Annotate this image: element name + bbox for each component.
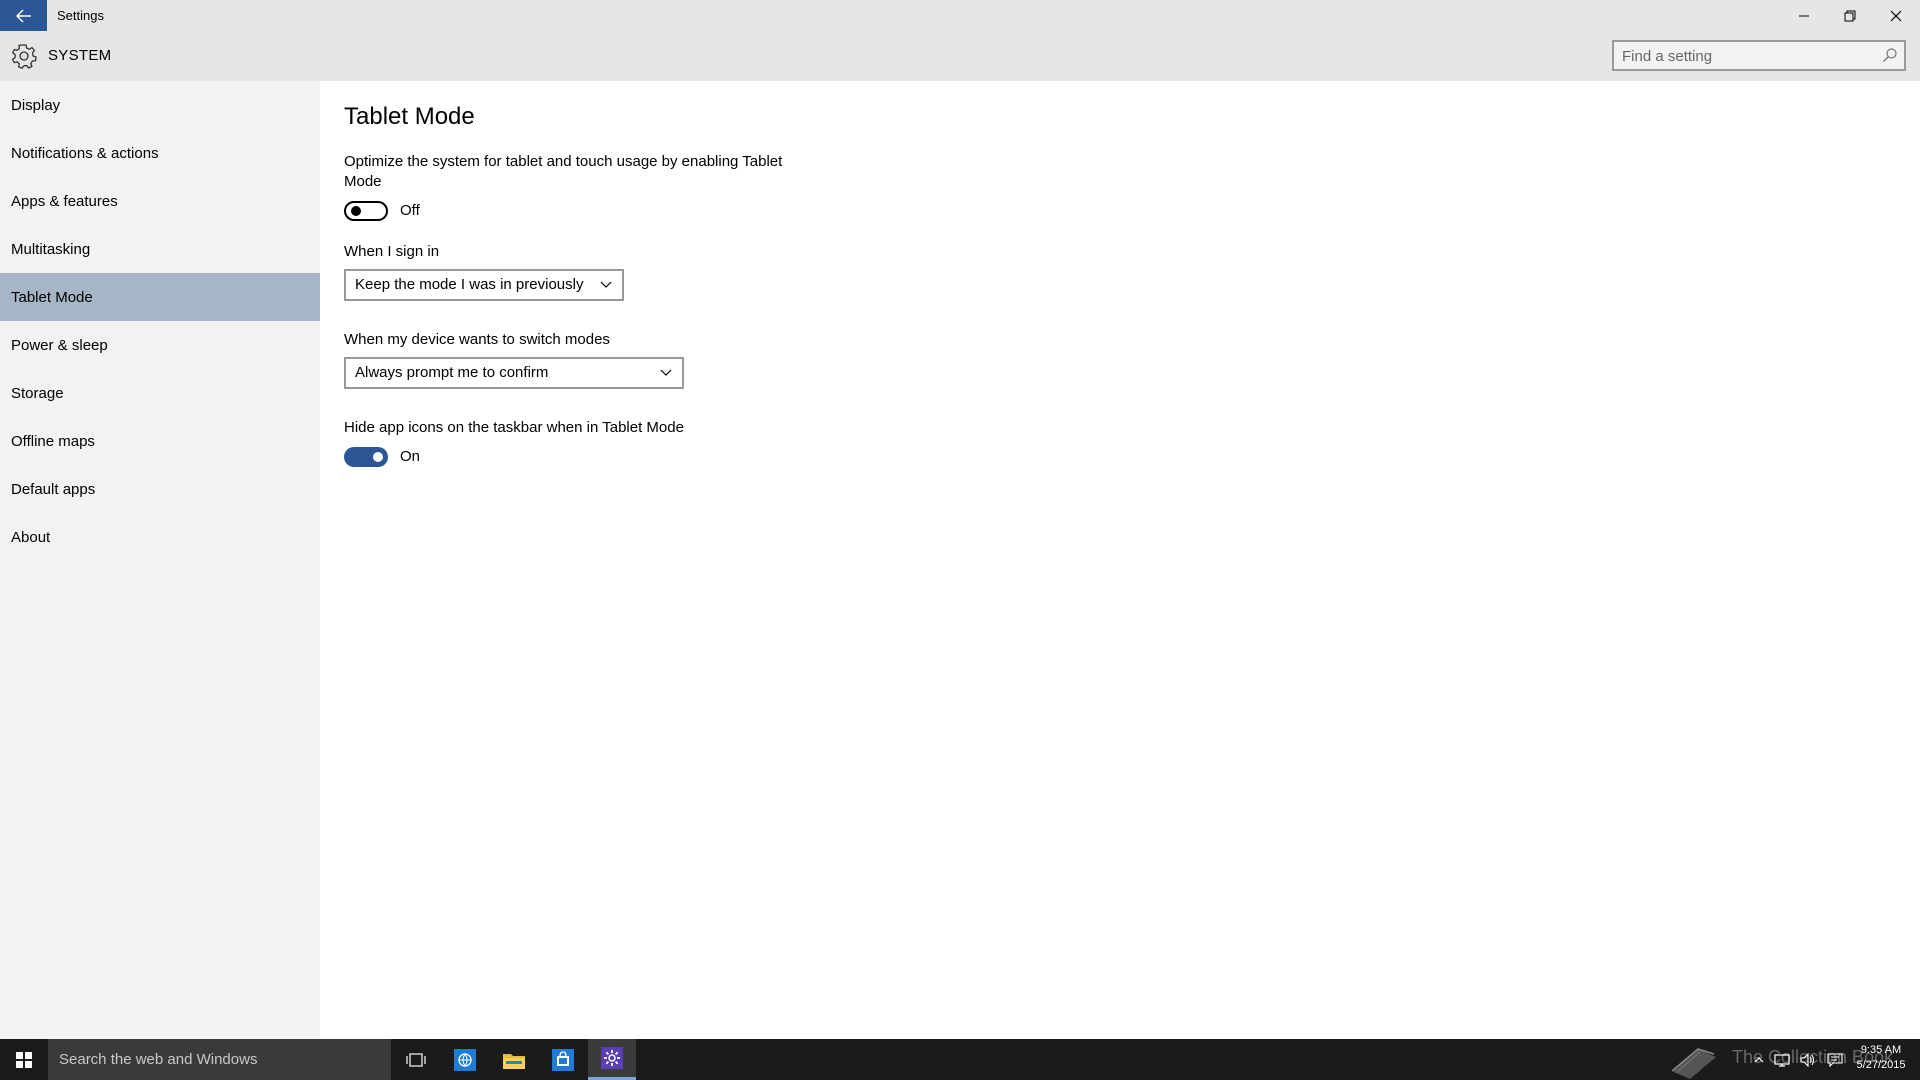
search-input[interactable] bbox=[1622, 46, 1872, 66]
clock[interactable]: 9:35 AM 5/27/2015 bbox=[1852, 1043, 1910, 1073]
taskbar-file-explorer-app[interactable] bbox=[490, 1039, 538, 1080]
sidebar-item-label: Apps & features bbox=[11, 192, 118, 210]
sidebar-item-tablet-mode[interactable]: Tablet Mode bbox=[0, 273, 320, 321]
page-title: Tablet Mode bbox=[344, 103, 475, 130]
toggle-knob bbox=[373, 452, 383, 462]
book-watermark-icon bbox=[1671, 1048, 1716, 1079]
back-button[interactable] bbox=[0, 0, 47, 31]
sidebar-item-display[interactable]: Display bbox=[0, 81, 320, 129]
taskbar-settings-app[interactable] bbox=[588, 1039, 636, 1080]
clock-time: 9:35 AM bbox=[1860, 1044, 1902, 1056]
search-icon[interactable] bbox=[1882, 47, 1898, 63]
sidebar-item-multitasking[interactable]: Multitasking bbox=[0, 225, 320, 273]
browser-icon bbox=[454, 1048, 476, 1071]
clock-date: 5/27/2015 bbox=[1856, 1059, 1906, 1071]
sidebar-item-label: Display bbox=[11, 96, 61, 114]
sign-in-label: When I sign in bbox=[344, 243, 440, 260]
sidebar-item-label: Notifications & actions bbox=[11, 144, 159, 162]
chevron-down-icon bbox=[600, 281, 612, 288]
sign-in-value: Keep the mode I was in previously bbox=[355, 276, 584, 293]
task-view-button[interactable] bbox=[392, 1039, 440, 1080]
volume-button[interactable] bbox=[1796, 1039, 1820, 1080]
hide-icons-toggle[interactable] bbox=[344, 447, 388, 467]
switch-modes-value: Always prompt me to confirm bbox=[355, 364, 549, 381]
sidebar-item-label: Power & sleep bbox=[11, 336, 108, 354]
network-icon bbox=[1774, 1053, 1790, 1067]
windows-logo-icon bbox=[16, 1051, 32, 1068]
tablet-mode-description: Optimize the system for tablet and touch… bbox=[344, 153, 783, 190]
sidebar-item-notifications[interactable]: Notifications & actions bbox=[0, 129, 320, 177]
show-hidden-icons-button[interactable] bbox=[1752, 1039, 1766, 1080]
sidebar-item-label: Offline maps bbox=[11, 432, 95, 450]
sidebar-item-label: Multitasking bbox=[11, 240, 91, 258]
taskbar-store-app[interactable] bbox=[539, 1039, 587, 1080]
window-title: Settings bbox=[57, 8, 104, 23]
sidebar-item-default-apps[interactable]: Default apps bbox=[0, 465, 320, 513]
taskbar-browser-app[interactable] bbox=[441, 1039, 489, 1080]
chevron-up-icon bbox=[1754, 1056, 1764, 1062]
volume-icon bbox=[1800, 1052, 1815, 1067]
folder-icon bbox=[503, 1053, 525, 1069]
action-center-button[interactable] bbox=[1822, 1039, 1848, 1080]
sidebar-item-label: Default apps bbox=[11, 480, 96, 498]
hide-icons-label: Hide app icons on the taskbar when in Ta… bbox=[344, 419, 684, 436]
settings-header: SYSTEM bbox=[0, 31, 1920, 81]
store-icon bbox=[552, 1048, 574, 1071]
title-bar: Settings bbox=[0, 0, 1920, 31]
close-button[interactable] bbox=[1873, 0, 1919, 31]
hide-icons-state: On bbox=[400, 448, 421, 465]
taskbar-search-box[interactable]: Search the web and Windows bbox=[48, 1039, 391, 1080]
gear-icon bbox=[11, 44, 37, 69]
taskbar: Search the web and Windows The Collectio… bbox=[0, 1039, 1920, 1080]
sidebar-item-label: About bbox=[11, 528, 51, 546]
switch-modes-dropdown[interactable]: Always prompt me to confirm bbox=[344, 357, 684, 389]
settings-search-box[interactable] bbox=[1612, 40, 1906, 71]
settings-gear-icon bbox=[601, 1047, 623, 1069]
tablet-mode-toggle[interactable] bbox=[344, 201, 388, 221]
sidebar-item-offline-maps[interactable]: Offline maps bbox=[0, 417, 320, 465]
sidebar-item-about[interactable]: About bbox=[0, 513, 320, 561]
sidebar-item-storage[interactable]: Storage bbox=[0, 369, 320, 417]
task-view-icon bbox=[406, 1052, 426, 1067]
restore-button[interactable] bbox=[1827, 0, 1873, 31]
sidebar-item-apps-features[interactable]: Apps & features bbox=[0, 177, 320, 225]
notification-icon bbox=[1827, 1052, 1843, 1067]
sign-in-dropdown[interactable]: Keep the mode I was in previously bbox=[344, 269, 624, 301]
sidebar-item-label: Storage bbox=[11, 384, 64, 402]
section-title: SYSTEM bbox=[48, 47, 112, 64]
minimize-icon bbox=[1799, 15, 1809, 16]
restore-icon bbox=[1844, 10, 1856, 21]
close-icon bbox=[1890, 10, 1902, 21]
switch-modes-label: When my device wants to switch modes bbox=[344, 331, 610, 348]
minimize-button[interactable] bbox=[1781, 0, 1827, 31]
back-arrow-icon bbox=[15, 8, 31, 23]
toggle-knob bbox=[351, 206, 361, 216]
start-button[interactable] bbox=[0, 1039, 48, 1080]
sidebar-item-label: Tablet Mode bbox=[11, 288, 93, 306]
network-button[interactable] bbox=[1770, 1039, 1794, 1080]
chevron-down-icon bbox=[660, 369, 672, 376]
tablet-mode-state: Off bbox=[400, 202, 420, 219]
sidebar: Display Notifications & actions Apps & f… bbox=[0, 81, 320, 1039]
sidebar-item-power-sleep[interactable]: Power & sleep bbox=[0, 321, 320, 369]
taskbar-search-text: Search the web and Windows bbox=[59, 1051, 258, 1068]
